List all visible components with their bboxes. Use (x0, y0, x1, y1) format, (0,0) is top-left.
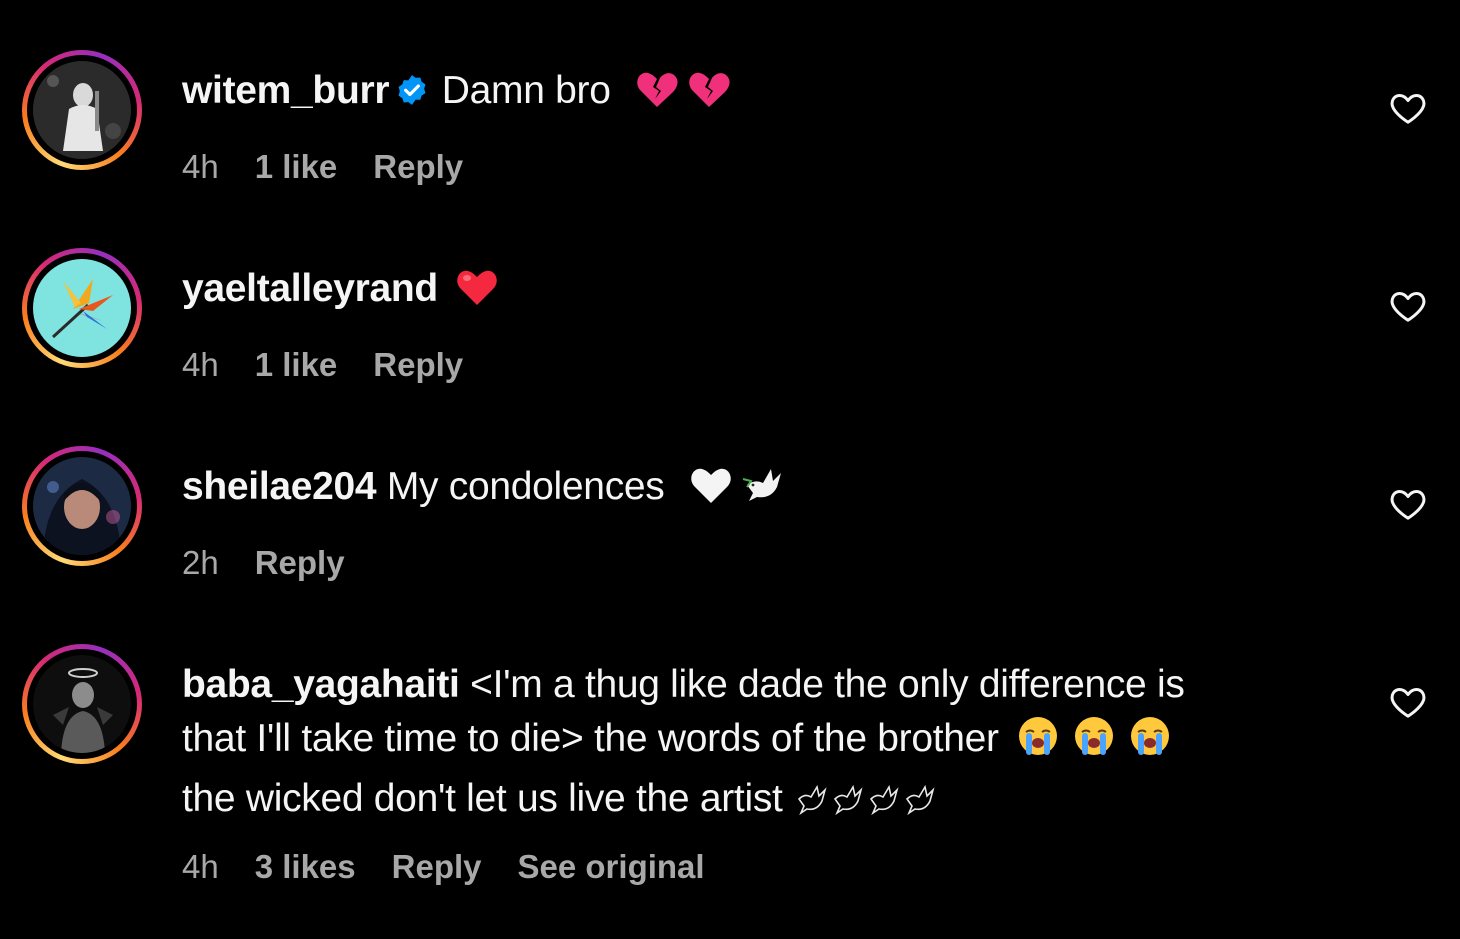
dove-outline-icon (867, 778, 901, 832)
dove-outline-icon (831, 778, 865, 832)
comment-line: baba_yagahaiti <I'm a thug like dade the… (182, 658, 1282, 712)
username[interactable]: yaeltalleyrand (182, 267, 438, 310)
broken-heart-icon (687, 69, 731, 124)
like-count[interactable]: 3 likes (255, 848, 356, 885)
comment-line: the wicked don't let us live the artist (182, 772, 1282, 832)
reply-button[interactable]: Reply (255, 544, 345, 581)
avatar[interactable] (33, 259, 131, 357)
reply-button[interactable]: Reply (373, 148, 463, 185)
comment-body: the wicked don't let us live the artist (182, 777, 783, 820)
comment-meta: 4h 3 likes Reply See original (182, 847, 741, 887)
like-count[interactable]: 1 like (255, 346, 338, 383)
dove-outline-icon (795, 778, 829, 832)
comment-item: baba_yagahaiti <I'm a thug like dade the… (0, 600, 1460, 939)
broken-heart-icon (635, 69, 679, 124)
story-ring[interactable] (22, 248, 142, 368)
comment-body: Damn bro (441, 69, 611, 112)
like-heart-icon[interactable] (1388, 88, 1428, 128)
comment-body: <I'm a thug like dade the only differenc… (470, 663, 1185, 706)
story-ring[interactable] (22, 50, 142, 170)
avatar[interactable] (33, 61, 131, 159)
comment-item: yaeltalleyrand 4h 1 like Reply (0, 200, 1460, 400)
comment-line: that I'll take time to die> the words of… (182, 712, 1282, 772)
comment-item: sheilae204 My condolences 2h Reply (0, 400, 1460, 600)
white-heart-icon (689, 465, 733, 520)
see-original-link[interactable]: See original (518, 848, 705, 885)
timestamp[interactable]: 4h (182, 148, 219, 185)
red-heart-icon (455, 267, 499, 322)
timestamp[interactable]: 4h (182, 346, 219, 383)
dove-outline-icon (903, 778, 937, 832)
comment-text: witem_burr Damn bro (182, 64, 1282, 124)
story-ring[interactable] (22, 446, 142, 566)
comment-item: witem_burr Damn bro 4h 1 like Reply (0, 0, 1460, 200)
timestamp[interactable]: 2h (182, 544, 219, 581)
comment-text: yaeltalleyrand (182, 262, 1282, 322)
verified-badge-icon (395, 68, 429, 122)
username[interactable]: sheilae204 (182, 465, 377, 508)
comment-meta: 4h 1 like Reply (182, 345, 499, 385)
username[interactable]: baba_yagahaiti (182, 663, 460, 706)
crying-face-icon (1129, 715, 1171, 772)
reply-button[interactable]: Reply (392, 848, 482, 885)
avatar[interactable] (33, 457, 131, 555)
like-count[interactable]: 1 like (255, 148, 338, 185)
username[interactable]: witem_burr (182, 69, 390, 112)
timestamp[interactable]: 4h (182, 848, 219, 885)
avatar[interactable] (33, 655, 131, 753)
comment-body: My condolences (386, 465, 665, 508)
comment-body: that I'll take time to die> the words of… (182, 717, 999, 760)
comment-text: sheilae204 My condolences (182, 460, 1282, 520)
dove-icon (741, 465, 785, 520)
like-heart-icon[interactable] (1388, 286, 1428, 326)
story-ring[interactable] (22, 644, 142, 764)
crying-face-icon (1017, 715, 1059, 772)
reply-button[interactable]: Reply (373, 346, 463, 383)
like-heart-icon[interactable] (1388, 484, 1428, 524)
like-heart-icon[interactable] (1388, 682, 1428, 722)
comment-meta: 2h Reply (182, 543, 381, 583)
comment-meta: 4h 1 like Reply (182, 147, 499, 187)
comment-text: baba_yagahaiti <I'm a thug like dade the… (182, 658, 1282, 832)
crying-face-icon (1073, 715, 1115, 772)
